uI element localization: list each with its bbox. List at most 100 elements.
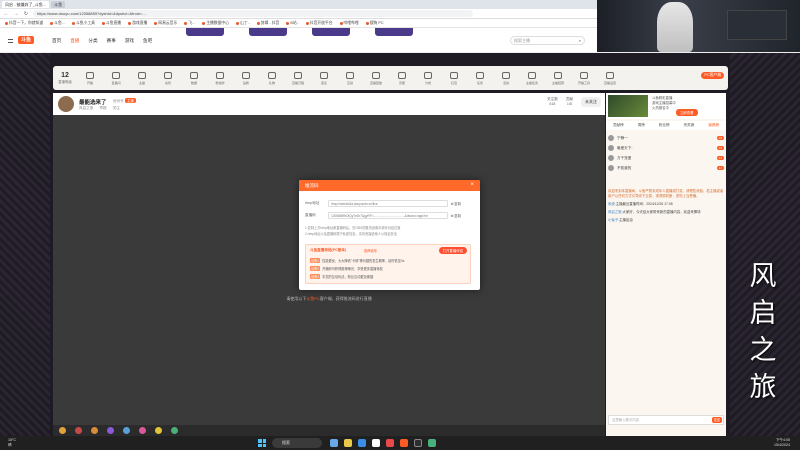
toolbar-item[interactable]: 开播 — [77, 71, 103, 85]
bookmark[interactable]: 飞... — [184, 21, 195, 26]
gift-icon[interactable] — [155, 427, 162, 434]
pc-client-link[interactable]: 斗鱼PC — [306, 296, 320, 301]
toolbar-item[interactable]: 分成 — [415, 71, 441, 85]
nav-home[interactable]: 首页 — [52, 38, 61, 44]
toolbar-item[interactable]: 直播设置 — [597, 71, 623, 85]
bookmark[interactable]: 斗鱼直播 — [101, 21, 121, 26]
pc-client-button[interactable]: PC客户端 — [701, 72, 724, 79]
tab-props[interactable]: 道具榜 — [708, 123, 719, 128]
rtmp-field[interactable]: rtmp://sendtc3a.douyucdn.cn/live — [328, 200, 448, 207]
nav-games[interactable]: 游戏 — [125, 38, 134, 44]
nav-fishbar[interactable]: 鱼吧 — [143, 38, 152, 44]
toolbar-item[interactable]: 红包 — [441, 71, 467, 85]
toolbar-item[interactable]: 直播间 — [103, 71, 129, 85]
open-companion-button[interactable]: 打开直播伴侣 — [438, 247, 467, 254]
gift-icon[interactable] — [75, 427, 82, 434]
chrome-icon[interactable] — [372, 439, 380, 447]
search-icon[interactable]: ⌕ — [579, 37, 581, 44]
ad-card[interactable]: 斗鱼精彩直播 游戏主播招募中 火热报名中 立即查看 — [606, 93, 726, 119]
send-button[interactable]: 发送 — [711, 417, 722, 423]
rank-row[interactable]: 不知道的 12 — [608, 163, 724, 173]
header-banner[interactable] — [249, 28, 287, 36]
gift-icon[interactable] — [139, 427, 146, 434]
header-banner[interactable] — [375, 28, 413, 36]
toolbar-item[interactable]: 直播回放 — [363, 71, 389, 85]
bookmark[interactable]: 哔哩哔哩 — [339, 21, 359, 26]
bookmark[interactable]: 抖音一下，你就知道 — [5, 21, 43, 26]
bookmark[interactable]: 游戏直播 — [128, 21, 147, 26]
gift-icon[interactable] — [123, 427, 130, 434]
rank-row[interactable]: 万千宠爱 14 — [608, 153, 724, 163]
close-icon[interactable]: × — [470, 180, 474, 191]
forward-icon[interactable]: → — [13, 11, 19, 17]
follow-button[interactable]: 未关注 — [581, 97, 601, 107]
gift-icon[interactable] — [59, 427, 66, 434]
folder-icon[interactable] — [344, 439, 352, 447]
copy-rtmp-button[interactable]: ⧉ 复制 — [451, 201, 461, 206]
wechat-icon[interactable] — [428, 439, 436, 447]
bookmark[interactable]: 搜狗 PC — [365, 21, 384, 26]
header-banner[interactable] — [312, 28, 350, 36]
ad-button[interactable]: 立即查看 — [676, 109, 698, 116]
reload-icon[interactable]: ↻ — [23, 11, 29, 17]
toolbar-item[interactable]: 任务 — [467, 71, 493, 85]
toolbar-item[interactable]: 高能 — [389, 71, 415, 85]
taskbar-search[interactable]: 搜索 — [272, 438, 322, 448]
chat-input[interactable]: 这里输入聊天内容 发送 — [608, 415, 724, 425]
bookmark[interactable]: 山丁.. — [236, 21, 250, 26]
douyu-icon[interactable] — [400, 439, 408, 447]
toolbar-item[interactable]: 开播工具 — [571, 71, 597, 85]
gift-icon[interactable] — [107, 427, 114, 434]
toolbar-item[interactable]: 钻粉 — [233, 71, 259, 85]
report-link[interactable]: 举报 — [99, 106, 106, 111]
weather-widget[interactable]: 18°C 晴 — [8, 438, 16, 448]
search-input[interactable]: 搜索主播 ⌕ — [510, 36, 585, 45]
menu-icon[interactable] — [8, 39, 13, 43]
browser-tab[interactable]: 风启 - 被嫌弃了_斗鱼... — [2, 1, 50, 8]
obs-icon[interactable] — [414, 439, 422, 447]
toolbar-item[interactable]: 礼物 — [259, 71, 285, 85]
gift-icon[interactable] — [171, 427, 178, 434]
tab-fans[interactable]: 粉丝榜 — [659, 123, 670, 128]
bookmark[interactable]: 抖音开放平台 — [305, 21, 333, 26]
system-tray[interactable]: 下午4:05 15/4/2024 — [774, 438, 790, 448]
app-icon[interactable] — [386, 439, 394, 447]
toolbar-item[interactable]: 房管 — [155, 71, 181, 85]
toolbar-item[interactable]: 数据 — [181, 71, 207, 85]
nav-events[interactable]: 赛事 — [107, 38, 116, 44]
bookmark[interactable]: 斗鱼小工具 — [71, 21, 95, 26]
rank-row[interactable]: 最爱天下.. 16 — [608, 143, 724, 153]
follow-link[interactable]: 关注 — [113, 106, 120, 111]
toolbar-item[interactable]: 互动 — [337, 71, 363, 85]
tab-weekly[interactable]: 周榜 — [638, 123, 645, 128]
anchor-level[interactable]: 12 直播等级 — [53, 72, 77, 84]
toolbar-item[interactable]: 主播招募 — [545, 71, 571, 85]
header-banner[interactable] — [186, 28, 224, 36]
tab-contribution[interactable]: 贡献榜 — [613, 123, 624, 128]
nav-live[interactable]: 直播 — [70, 38, 79, 44]
anchor-avatar[interactable] — [58, 96, 74, 112]
back-icon[interactable]: ← — [3, 11, 9, 17]
toolbar-item[interactable]: 主播任务 — [519, 71, 545, 85]
site-logo[interactable]: 斗鱼 — [18, 36, 35, 44]
bookmark[interactable]: B站.. — [286, 21, 299, 26]
url-input[interactable]: https://www.douyu.com/12058859?dyshid=&d… — [33, 10, 473, 17]
tab-vip[interactable]: 贵宾席 — [684, 123, 695, 128]
anchor-name[interactable]: 风启之旅 — [79, 106, 93, 111]
toolbar-item[interactable]: 连麦 — [311, 71, 337, 85]
toolbar-item[interactable]: 活动 — [493, 71, 519, 85]
key-field[interactable]: 12058859rDiQy7eDr7&gyRF=................… — [328, 212, 448, 219]
nav-category[interactable]: 分类 — [88, 38, 97, 44]
browser-tab[interactable]: 斗鱼 — [51, 1, 66, 8]
gift-icon[interactable] — [91, 427, 98, 434]
toolbar-item[interactable]: 主播 — [129, 71, 155, 85]
toolbar-item[interactable]: 粉丝牌 — [207, 71, 233, 85]
windows-start-icon[interactable] — [258, 439, 266, 447]
copy-key-button[interactable]: ⧉ 复制 — [451, 213, 461, 218]
toolbar-item[interactable]: 直播日程 — [285, 71, 311, 85]
explorer-icon[interactable] — [330, 439, 338, 447]
bookmark[interactable]: 剪辑 - 抖音 — [256, 21, 279, 26]
bookmark[interactable]: 斗鱼... — [50, 21, 65, 26]
rank-row[interactable]: 宁静一 18 — [608, 133, 724, 143]
bookmark[interactable]: 网易云音乐 — [154, 21, 177, 26]
